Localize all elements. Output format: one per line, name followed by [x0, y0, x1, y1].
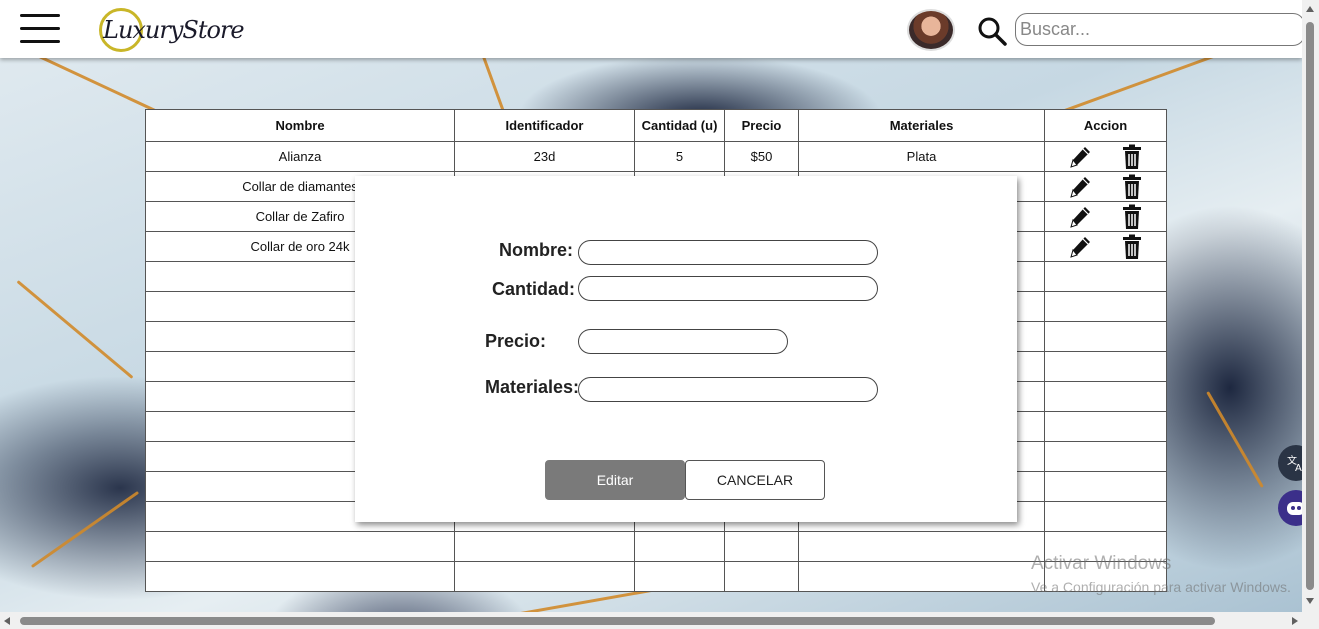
cell-precio: $50 [724, 141, 799, 172]
column-header-nombre: Nombre [145, 109, 455, 142]
column-header-cantidad: Cantidad (u) [634, 109, 725, 142]
precio-label: Precio: [485, 331, 547, 351]
table-row [145, 531, 1167, 562]
cell-accion [1044, 471, 1167, 502]
cell-materiales: Plata [798, 141, 1045, 172]
cell-accion [1044, 381, 1167, 412]
table-header-row: Nombre Identificador Cantidad (u) Precio… [145, 109, 1167, 142]
cancel-button[interactable]: CANCELAR [685, 460, 825, 500]
cell-accion [1044, 501, 1167, 532]
edit-pencil-icon[interactable] [1068, 204, 1092, 230]
cell-accion [1044, 351, 1167, 382]
cell-accion [1044, 201, 1167, 232]
cell-accion [1044, 411, 1167, 442]
edit-modal: Nombre: Cantidad: Precio: Materiales: Ed… [355, 176, 1017, 522]
cell-accion [1044, 171, 1167, 202]
vertical-scroll-thumb[interactable] [1306, 22, 1314, 590]
activation-watermark-title: Activar Windows [1031, 553, 1172, 574]
materiales-label: Materiales: [485, 377, 580, 397]
delete-trash-icon[interactable] [1120, 174, 1144, 200]
cell-cantidad [634, 531, 725, 562]
cell-nombre: Alianza [145, 141, 455, 172]
cell-accion [1044, 291, 1167, 322]
materiales-input[interactable] [578, 377, 878, 402]
cell-precio [724, 561, 799, 592]
horizontal-scrollbar[interactable] [0, 612, 1319, 629]
scroll-right-icon[interactable] [1292, 617, 1298, 625]
top-header: LuxuryStore [0, 0, 1305, 58]
delete-trash-icon[interactable] [1120, 204, 1144, 230]
cell-accion [1044, 261, 1167, 292]
edit-pencil-icon[interactable] [1068, 144, 1092, 170]
cell-identificador: 23d [454, 141, 635, 172]
cell-accion [1044, 441, 1167, 472]
cell-identificador [454, 561, 635, 592]
column-header-materiales: Materiales [798, 109, 1045, 142]
nombre-input[interactable] [578, 240, 878, 265]
cell-materiales [798, 531, 1045, 562]
table-row: Alianza 23d 5 $50 Plata [145, 141, 1167, 172]
delete-trash-icon[interactable] [1120, 144, 1144, 170]
search-input[interactable] [1015, 13, 1305, 46]
cantidad-label: Cantidad: [492, 279, 575, 299]
cell-identificador [454, 531, 635, 562]
avatar[interactable] [907, 9, 955, 51]
hamburger-menu-icon[interactable] [20, 14, 60, 44]
cell-precio [724, 531, 799, 562]
edit-pencil-icon[interactable] [1068, 234, 1092, 260]
scroll-left-icon[interactable] [4, 617, 10, 625]
table-row [145, 561, 1167, 592]
delete-trash-icon[interactable] [1120, 234, 1144, 260]
column-header-identificador: Identificador [454, 109, 635, 142]
column-header-accion: Accion [1044, 109, 1167, 142]
cantidad-input[interactable] [578, 276, 878, 301]
nombre-label: Nombre: [499, 240, 574, 260]
cell-cantidad: 5 [634, 141, 725, 172]
cell-accion [1044, 231, 1167, 262]
horizontal-scroll-thumb[interactable] [20, 617, 1215, 625]
cell-nombre [145, 561, 455, 592]
cell-materiales [798, 561, 1045, 592]
cell-accion [1044, 321, 1167, 352]
svg-text:A: A [1295, 463, 1302, 473]
logo[interactable]: LuxuryStore [97, 6, 257, 52]
edit-pencil-icon[interactable] [1068, 174, 1092, 200]
precio-input[interactable] [578, 329, 788, 354]
scroll-down-icon[interactable] [1306, 598, 1314, 604]
scroll-up-icon[interactable] [1306, 6, 1314, 12]
activation-watermark-text: Ve a Configuración para activar Windows. [1031, 579, 1291, 595]
search-icon[interactable] [977, 16, 1007, 46]
vertical-scrollbar[interactable] [1302, 0, 1319, 612]
cell-accion [1044, 141, 1167, 172]
cell-nombre [145, 531, 455, 562]
column-header-precio: Precio [724, 109, 799, 142]
logo-text: LuxuryStore [103, 16, 245, 44]
edit-button[interactable]: Editar [545, 460, 685, 500]
cell-cantidad [634, 561, 725, 592]
